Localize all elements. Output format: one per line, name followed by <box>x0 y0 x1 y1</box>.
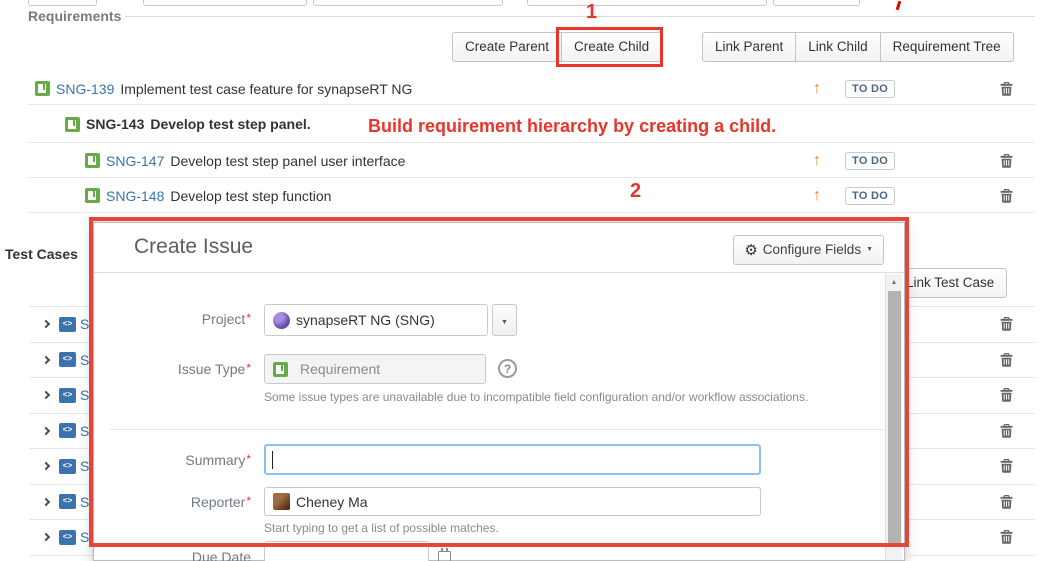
status-badge: TO DO <box>845 152 895 170</box>
expand-chevron-icon[interactable] <box>42 356 50 364</box>
requirement-type-icon <box>65 117 80 132</box>
test-case-type-icon: <> <box>59 352 76 367</box>
test-case-type-icon: <> <box>59 388 76 403</box>
requirements-section-title: Requirements <box>28 8 121 24</box>
status-badge: TO DO <box>845 80 895 98</box>
requirement-summary: Implement test case feature for synapseR… <box>120 81 412 97</box>
test-case-row-actions <box>909 449 1035 485</box>
expand-chevron-icon[interactable] <box>42 533 50 541</box>
delete-icon[interactable] <box>1000 530 1013 544</box>
requirement-summary: Develop test step function <box>170 188 331 204</box>
annotation-mark <box>896 1 902 10</box>
annotation-step-1: 1 <box>586 1 597 24</box>
link-child-button[interactable]: Link Child <box>795 32 880 62</box>
requirement-row: SNG-148 Develop test step function ↑ TO … <box>28 179 1035 213</box>
test-case-row: <> SN <box>30 485 93 521</box>
delete-icon[interactable] <box>1000 459 1013 473</box>
expand-chevron-icon[interactable] <box>42 498 50 506</box>
test-case-row: <> SN <box>30 520 93 556</box>
delete-icon[interactable] <box>1000 154 1013 168</box>
requirement-summary: Develop test step panel. <box>150 116 310 132</box>
requirement-key-link[interactable]: SNG-143 <box>86 116 144 132</box>
cutoff-button <box>28 0 97 6</box>
cutoff-button <box>143 0 307 6</box>
annotation-box-create-child <box>556 27 663 67</box>
expand-chevron-icon[interactable] <box>42 427 50 435</box>
test-case-type-icon: <> <box>59 494 76 509</box>
test-case-row-actions <box>909 485 1035 521</box>
test-case-type-icon: <> <box>59 423 76 438</box>
expand-chevron-icon[interactable] <box>42 462 50 470</box>
test-case-row: <> SN <box>30 449 93 485</box>
requirement-summary: Develop test step panel user interface <box>170 153 405 169</box>
due-date-label: Due Date <box>94 549 251 561</box>
delete-icon[interactable] <box>1000 189 1013 203</box>
annotation-step-2: 2 <box>630 180 641 203</box>
expand-chevron-icon[interactable] <box>42 320 50 328</box>
requirement-key-link[interactable]: SNG-148 <box>106 188 164 204</box>
delete-icon[interactable] <box>1000 495 1013 509</box>
requirement-key-link[interactable]: SNG-139 <box>56 81 114 97</box>
annotation-box-dialog <box>89 217 909 547</box>
delete-icon[interactable] <box>1000 424 1013 438</box>
requirement-type-icon <box>85 153 100 168</box>
requirement-tree-button[interactable]: Requirement Tree <box>880 32 1014 62</box>
priority-up-icon: ↑ <box>813 153 821 169</box>
link-buttons-group: Link Parent Link Child Requirement Tree <box>702 32 1014 62</box>
delete-icon[interactable] <box>1000 82 1013 96</box>
requirement-row: SNG-139 Implement test case feature for … <box>28 73 1035 105</box>
test-case-type-icon: <> <box>59 530 76 545</box>
calendar-icon[interactable] <box>438 551 451 561</box>
delete-icon[interactable] <box>1000 353 1013 367</box>
cutoff-button <box>527 0 767 6</box>
test-case-type-icon: <> <box>59 459 76 474</box>
test-case-row-actions <box>909 520 1035 556</box>
test-case-row: <> SN <box>30 307 93 343</box>
annotation-note: Build requirement hierarchy by creating … <box>368 116 776 137</box>
test-case-row: <> SN <box>30 343 93 379</box>
link-parent-button[interactable]: Link Parent <box>702 32 796 62</box>
requirement-type-icon <box>85 188 100 203</box>
priority-up-icon: ↑ <box>813 81 821 97</box>
test-cases-section-title: Test Cases <box>5 246 78 262</box>
expand-chevron-icon[interactable] <box>42 391 50 399</box>
test-case-list-left: <> SN <> SN <> SN <> SN <> SN <> SN <box>30 306 93 556</box>
create-parent-button[interactable]: Create Parent <box>452 32 562 62</box>
test-case-type-icon: <> <box>59 317 76 332</box>
test-case-row: <> SN <box>30 414 93 450</box>
link-test-case-button[interactable]: Link Test Case <box>893 268 1007 298</box>
delete-icon[interactable] <box>1000 388 1013 402</box>
priority-up-icon: ↑ <box>813 188 821 204</box>
cutoff-button <box>313 0 503 6</box>
requirement-type-icon <box>35 81 50 96</box>
cutoff-button <box>773 0 860 6</box>
test-case-row-actions <box>909 414 1035 450</box>
requirement-key-link[interactable]: SNG-147 <box>106 153 164 169</box>
test-case-row-actions <box>909 307 1035 343</box>
test-case-row: <> SN <box>30 378 93 414</box>
test-case-row-actions <box>909 343 1035 379</box>
status-badge: TO DO <box>845 187 895 205</box>
delete-icon[interactable] <box>1000 317 1013 331</box>
test-case-row-actions <box>909 378 1035 414</box>
test-case-list-right <box>909 306 1035 556</box>
requirement-row: SNG-147 Develop test step panel user int… <box>28 144 1035 178</box>
section-divider <box>125 16 1035 17</box>
page: Requirements Create Parent Create Child … <box>0 0 1046 561</box>
